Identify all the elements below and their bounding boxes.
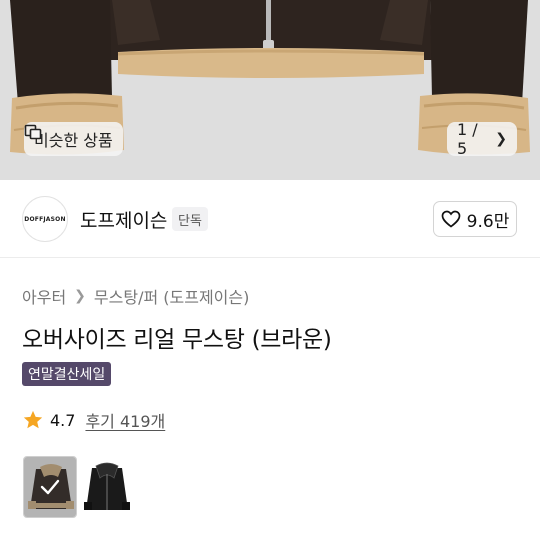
similar-items-icon [24,124,42,140]
brand-row: DOFFJASON 도프제이슨 단독 9.6만 [0,180,540,258]
rating-score: 4.7 [50,410,76,430]
like-count: 9.6만 [466,211,510,232]
check-icon [40,479,60,495]
chevron-right-icon: ❯ [495,131,507,147]
heart-outline-icon [441,210,461,228]
breadcrumb: 아우터 ❯ 무스탕/퍼 (도프제이슨) [22,284,249,308]
brand-logo-text: DOFFJASON [24,215,66,223]
breadcrumb-item-outer[interactable]: 아우터 [22,284,66,308]
rating-row: 4.7 후기 419개 [22,408,165,432]
product-image-carousel[interactable]: 비슷한 상품 1 / 5 ❯ [0,0,540,180]
brand-name-link[interactable]: 도프제이슨 [80,206,167,233]
reviews-link[interactable]: 후기 419개 [85,408,165,432]
thumbnail-brown-variant[interactable] [23,456,77,518]
exclusive-badge: 단독 [172,207,208,231]
product-title: 오버사이즈 리얼 무스탕 (브라운) [22,327,332,353]
brand-logo[interactable]: DOFFJASON [22,196,68,242]
similar-products-button[interactable]: 비슷한 상품 [24,122,123,156]
thumbnail-black-variant[interactable] [80,456,134,518]
breadcrumb-item-mustang[interactable]: 무스탕/퍼 (도프제이슨) [94,284,249,308]
similar-products-label: 비슷한 상품 [34,131,113,150]
image-pager[interactable]: 1 / 5 ❯ [447,120,517,158]
selected-overlay [24,457,76,517]
pager-text: 1 / 5 [457,120,478,158]
like-button[interactable]: 9.6만 [433,201,517,237]
black-jacket-thumbnail-image [80,456,134,518]
star-icon [23,410,43,429]
chevron-right-icon: ❯ [74,288,86,304]
promo-badge: 연말결산세일 [22,362,112,386]
